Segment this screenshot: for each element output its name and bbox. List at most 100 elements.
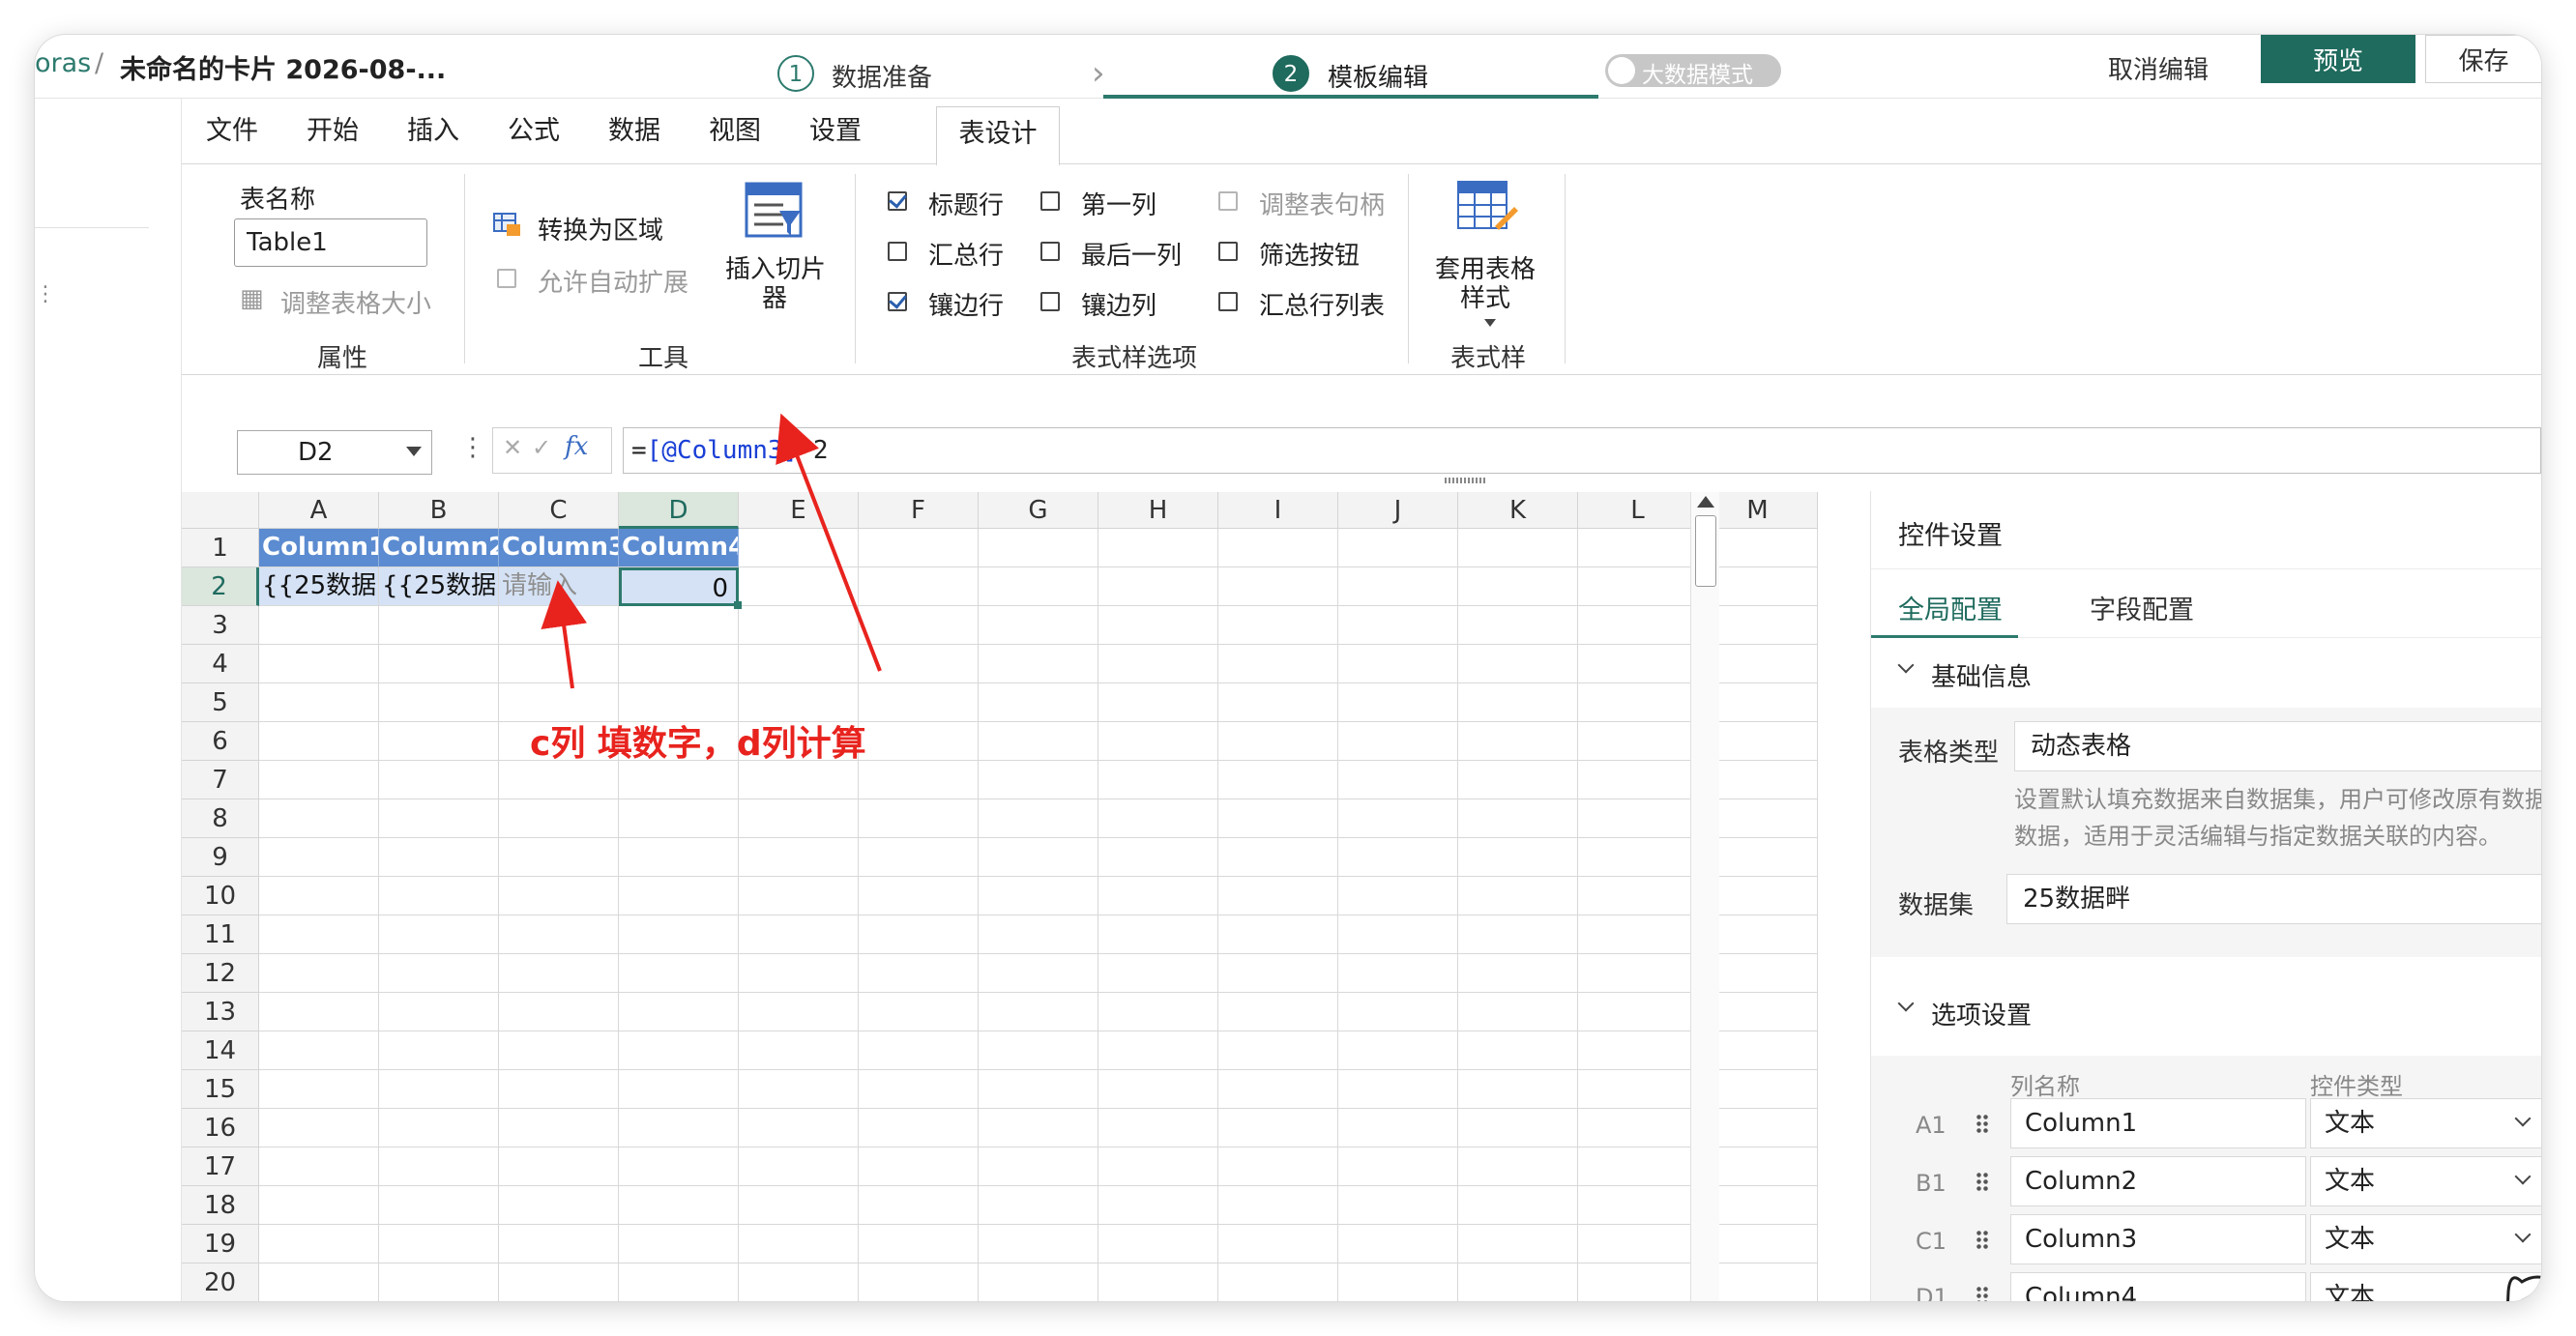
resize-table-button[interactable]: 调整表格大小 — [280, 284, 431, 320]
dropdown-arrow-icon[interactable] — [1484, 319, 1496, 327]
cell-d19[interactable] — [619, 1225, 739, 1263]
cell-k17[interactable] — [1458, 1147, 1578, 1186]
cell-c16[interactable] — [499, 1109, 619, 1147]
row-header-16[interactable]: 16 — [182, 1109, 259, 1147]
cell-b15[interactable] — [379, 1070, 499, 1109]
cell-h16[interactable] — [1098, 1109, 1218, 1147]
cell-b14[interactable] — [379, 1031, 499, 1070]
cell-i6[interactable] — [1218, 722, 1338, 761]
cell-c12[interactable] — [499, 954, 619, 993]
cell-i13[interactable] — [1218, 993, 1338, 1031]
control-type-select[interactable]: 文本 — [2310, 1156, 2541, 1206]
cell-e8[interactable] — [739, 799, 859, 838]
cell-g16[interactable] — [979, 1109, 1098, 1147]
cell-j2[interactable] — [1338, 567, 1458, 606]
cell-h7[interactable] — [1098, 761, 1218, 799]
drag-handle-icon[interactable] — [1976, 1230, 1989, 1251]
step-1-number[interactable]: 1 — [777, 55, 814, 92]
cell-l4[interactable] — [1578, 645, 1698, 683]
cell-f4[interactable] — [859, 645, 979, 683]
cell-c13[interactable] — [499, 993, 619, 1031]
ribbon-tab-insert[interactable]: 插入 — [383, 99, 483, 164]
cell-b9[interactable] — [379, 838, 499, 877]
cell-k12[interactable] — [1458, 954, 1578, 993]
cell-l12[interactable] — [1578, 954, 1698, 993]
row-header-10[interactable]: 10 — [182, 877, 259, 915]
cell-k4[interactable] — [1458, 645, 1578, 683]
cell-d14[interactable] — [619, 1031, 739, 1070]
cell-c15[interactable] — [499, 1070, 619, 1109]
cell-c17[interactable] — [499, 1147, 619, 1186]
resize-handle-checkbox[interactable] — [1218, 191, 1238, 211]
formula-bar-resize-handle[interactable] — [1445, 478, 1487, 483]
column-header-c[interactable]: C — [499, 492, 619, 529]
cell-a8[interactable] — [259, 799, 379, 838]
cell-a14[interactable] — [259, 1031, 379, 1070]
row-header-9[interactable]: 9 — [182, 838, 259, 877]
cell-h18[interactable] — [1098, 1186, 1218, 1225]
cell-a18[interactable] — [259, 1186, 379, 1225]
cell-i10[interactable] — [1218, 877, 1338, 915]
cell-i19[interactable] — [1218, 1225, 1338, 1263]
cell-l20[interactable] — [1578, 1263, 1698, 1301]
cell-h6[interactable] — [1098, 722, 1218, 761]
cell-h20[interactable] — [1098, 1263, 1218, 1301]
row-header-13[interactable]: 13 — [182, 993, 259, 1031]
ribbon-tab-view[interactable]: 视图 — [685, 99, 785, 164]
cell-a5[interactable] — [259, 683, 379, 722]
row-header-3[interactable]: 3 — [182, 606, 259, 645]
ribbon-tab-formula[interactable]: 公式 — [483, 99, 584, 164]
cell-b18[interactable] — [379, 1186, 499, 1225]
row-header-7[interactable]: 7 — [182, 761, 259, 799]
cell-i3[interactable] — [1218, 606, 1338, 645]
column-name-input[interactable]: Column4 — [2010, 1272, 2306, 1301]
cell-d10[interactable] — [619, 877, 739, 915]
cell-l2[interactable] — [1578, 567, 1698, 606]
cell-a20[interactable] — [259, 1263, 379, 1301]
cell-d12[interactable] — [619, 954, 739, 993]
row-header-2[interactable]: 2 — [182, 567, 259, 606]
column-header-d[interactable]: D — [619, 492, 739, 529]
row-header-8[interactable]: 8 — [182, 799, 259, 838]
cell-j3[interactable] — [1338, 606, 1458, 645]
header-row-checkbox[interactable] — [888, 191, 907, 211]
row-header-4[interactable]: 4 — [182, 645, 259, 683]
formula-input[interactable]: =[@Column3]*2 — [623, 427, 2541, 474]
cell-h8[interactable] — [1098, 799, 1218, 838]
cell-a19[interactable] — [259, 1225, 379, 1263]
cell-d18[interactable] — [619, 1186, 739, 1225]
cell-j5[interactable] — [1338, 683, 1458, 722]
ribbon-tab-file[interactable]: 文件 — [182, 99, 282, 164]
cell-c9[interactable] — [499, 838, 619, 877]
cell-c19[interactable] — [499, 1225, 619, 1263]
cell-c2[interactable]: 请输入 — [499, 567, 619, 606]
cell-i18[interactable] — [1218, 1186, 1338, 1225]
cell-a10[interactable] — [259, 877, 379, 915]
cell-a16[interactable] — [259, 1109, 379, 1147]
cell-g19[interactable] — [979, 1225, 1098, 1263]
allow-auto-expand-checkbox[interactable] — [497, 269, 516, 288]
cell-c10[interactable] — [499, 877, 619, 915]
function-icon[interactable]: fx — [565, 432, 588, 461]
cell-e14[interactable] — [739, 1031, 859, 1070]
cell-k10[interactable] — [1458, 877, 1578, 915]
cell-f14[interactable] — [859, 1031, 979, 1070]
cell-f17[interactable] — [859, 1147, 979, 1186]
cancel-edit-button[interactable]: 取消编辑 — [2108, 50, 2209, 86]
cell-c4[interactable] — [499, 645, 619, 683]
cell-a13[interactable] — [259, 993, 379, 1031]
cell-j16[interactable] — [1338, 1109, 1458, 1147]
cell-g15[interactable] — [979, 1070, 1098, 1109]
cell-b5[interactable] — [379, 683, 499, 722]
cell-b4[interactable] — [379, 645, 499, 683]
cancel-formula-icon[interactable]: ✕ — [503, 434, 522, 461]
cell-b19[interactable] — [379, 1225, 499, 1263]
cell-e16[interactable] — [739, 1109, 859, 1147]
cell-b7[interactable] — [379, 761, 499, 799]
column-name-input[interactable]: Column1 — [2010, 1098, 2306, 1148]
cell-f1[interactable] — [859, 529, 979, 567]
cell-e12[interactable] — [739, 954, 859, 993]
cell-d11[interactable] — [619, 915, 739, 954]
save-button[interactable]: 保存 — [2425, 35, 2541, 83]
cell-k14[interactable] — [1458, 1031, 1578, 1070]
